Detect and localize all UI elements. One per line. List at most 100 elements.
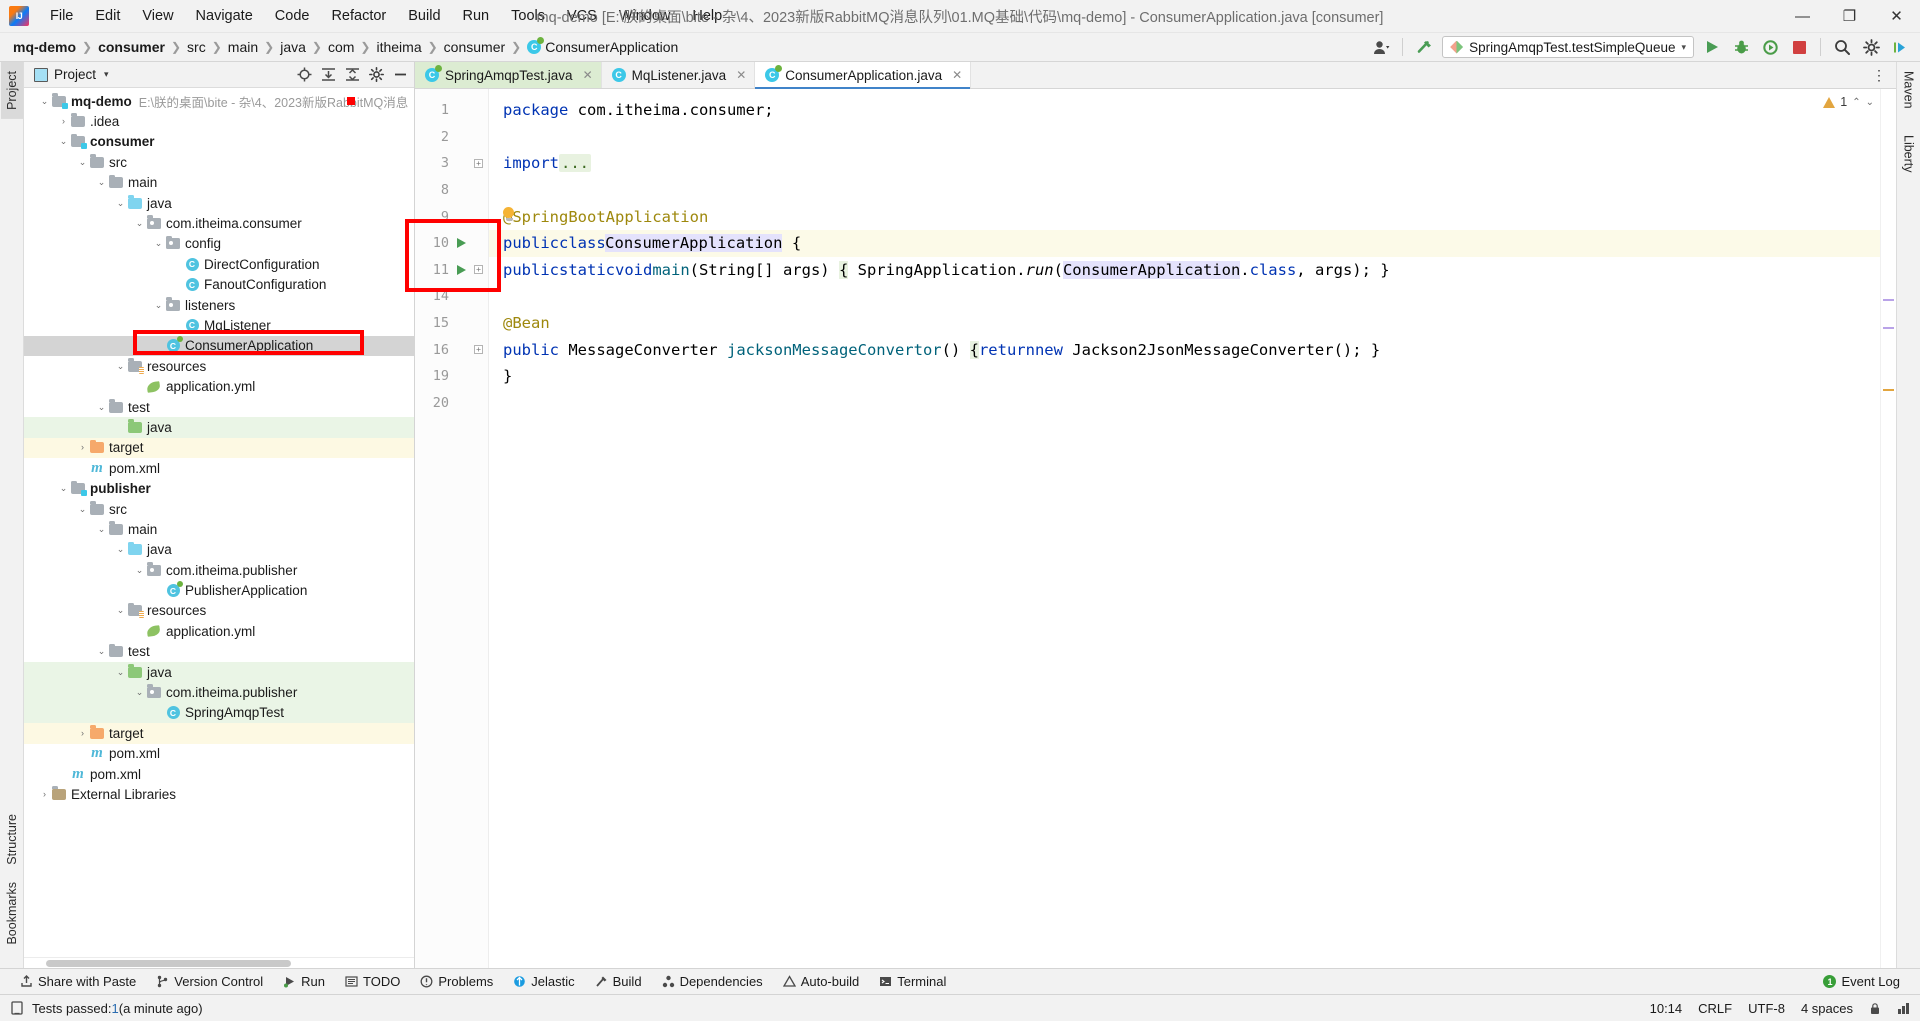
- breadcrumb-item-consumer[interactable]: consumer: [93, 38, 170, 56]
- tree-node-com-itheima-publisher[interactable]: ⌄ com.itheima.publisher: [24, 560, 414, 580]
- lock-icon[interactable]: [1869, 1002, 1881, 1015]
- project-horizontal-scrollbar[interactable]: [24, 957, 414, 968]
- code-line-10[interactable]: public class ConsumerApplication {: [489, 229, 1880, 257]
- gutter-line-16[interactable]: 16 +: [415, 336, 488, 363]
- tree-node-mq-demo[interactable]: ⌄ mq-demo E:\朕的桌面\bite - 杂\4、2023新版RabbitM…: [24, 91, 414, 111]
- chevron-down-icon[interactable]: ⌄: [95, 178, 108, 187]
- chevron-down-icon[interactable]: ⌄: [57, 484, 70, 493]
- code-editor[interactable]: package com.itheima.consumer; import ...…: [489, 89, 1880, 968]
- chevron-right-icon[interactable]: ›: [57, 117, 70, 126]
- fold-expand-icon[interactable]: +: [474, 158, 483, 168]
- code-line-8[interactable]: [489, 177, 1880, 204]
- breadcrumb-item-consumer-pkg[interactable]: consumer: [439, 38, 510, 56]
- tree-node-mqlistener[interactable]: C MqListener: [24, 315, 414, 335]
- chevron-down-icon[interactable]: ⌄: [133, 688, 146, 697]
- chevron-down-icon[interactable]: ⌄: [133, 219, 146, 228]
- file-encoding[interactable]: UTF-8: [1748, 1001, 1785, 1016]
- chevron-right-icon[interactable]: ›: [38, 789, 51, 799]
- toolwindow-build[interactable]: Build: [585, 972, 652, 991]
- tree-node-consumerapplication[interactable]: C ConsumerApplication: [24, 335, 414, 357]
- chevron-down-icon[interactable]: ⌄: [76, 504, 89, 514]
- chevron-down-icon[interactable]: ⌄: [152, 239, 165, 248]
- tree-node-application-yml[interactable]: application.yml: [24, 621, 414, 641]
- chevron-down-icon[interactable]: ⌄: [133, 565, 146, 575]
- close-icon[interactable]: ✕: [952, 68, 962, 82]
- chevron-down-icon[interactable]: ⌄: [38, 96, 51, 106]
- toolwindow-auto-build[interactable]: Auto-build: [773, 972, 870, 991]
- tree-node-src[interactable]: ⌄ src: [24, 499, 414, 519]
- tree-node-publisher[interactable]: ⌄ publisher: [24, 478, 414, 498]
- menu-code[interactable]: Code: [264, 5, 321, 27]
- sidebar-item-project[interactable]: Project: [0, 62, 23, 119]
- indent-setting[interactable]: 4 spaces: [1801, 1001, 1853, 1016]
- gutter-line-3[interactable]: 3 +: [415, 150, 488, 177]
- tree-node-resources[interactable]: ⌄ resources: [24, 601, 414, 621]
- tree-node-publisherapplication[interactable]: C PublisherApplication: [24, 580, 414, 600]
- tree-node-pom-xml[interactable]: m pom.xml: [24, 764, 414, 784]
- code-line-20[interactable]: [489, 390, 1880, 417]
- tree-node-external-libraries[interactable]: › External Libraries: [24, 784, 414, 804]
- toolwindow-run[interactable]: Run: [273, 972, 335, 991]
- code-line-3[interactable]: import ...: [489, 150, 1880, 177]
- collapse-all-icon[interactable]: [345, 67, 360, 82]
- menu-run[interactable]: Run: [452, 5, 501, 27]
- sidebar-item-maven[interactable]: Maven: [1898, 62, 1920, 118]
- menu-window[interactable]: Window: [608, 5, 682, 27]
- code-line-16[interactable]: public MessageConverter jacksonMessageCo…: [489, 336, 1880, 363]
- tree-node-target[interactable]: › target: [24, 723, 414, 744]
- tree-node-consumer[interactable]: ⌄ consumer: [24, 132, 414, 152]
- gutter-line-8[interactable]: 8: [415, 177, 488, 204]
- menu-build[interactable]: Build: [397, 5, 451, 27]
- intention-bulb-icon[interactable]: [503, 207, 516, 222]
- chevron-down-icon[interactable]: ⌄: [76, 157, 89, 167]
- tree-node-resources[interactable]: ⌄ resources: [24, 356, 414, 376]
- breadcrumb-item-itheima[interactable]: itheima: [371, 38, 426, 56]
- code-line-11[interactable]: public static void main (String[] args) {…: [489, 257, 1880, 284]
- menu-refactor[interactable]: Refactor: [320, 5, 397, 27]
- sidebar-item-structure[interactable]: Structure: [1, 805, 23, 874]
- gutter-line-9[interactable]: 9: [415, 203, 488, 230]
- gutter-line-2[interactable]: 2: [415, 124, 488, 151]
- gutter-line-1[interactable]: 1: [415, 97, 488, 124]
- build-hammer-icon[interactable]: [1413, 36, 1435, 58]
- settings-gear-icon[interactable]: [1860, 36, 1882, 58]
- run-gutter-icon[interactable]: [457, 264, 466, 275]
- menu-tools[interactable]: Tools: [500, 5, 556, 27]
- tree-node-target[interactable]: › target: [24, 437, 414, 459]
- menu-navigate[interactable]: Navigate: [185, 5, 264, 27]
- chevron-down-icon[interactable]: ⌄: [95, 647, 108, 656]
- gutter-line-15[interactable]: 15: [415, 310, 488, 337]
- code-line-14[interactable]: [489, 283, 1880, 310]
- tree-node-idea[interactable]: › .idea: [24, 111, 414, 131]
- user-icon[interactable]: [1370, 36, 1392, 58]
- gutter-line-14[interactable]: 14: [415, 283, 488, 310]
- tree-node-test[interactable]: ⌄ test: [24, 642, 414, 662]
- chevron-down-icon[interactable]: ⌄: [114, 361, 127, 371]
- line-separator[interactable]: CRLF: [1698, 1001, 1732, 1016]
- chevron-up-icon[interactable]: ⌃: [1852, 97, 1860, 108]
- chevron-down-icon[interactable]: ⌄: [114, 198, 127, 208]
- chevron-right-icon[interactable]: ›: [76, 443, 89, 452]
- expand-all-icon[interactable]: [321, 67, 336, 82]
- run-icon[interactable]: [1701, 36, 1723, 58]
- gutter-line-11[interactable]: 11 +: [415, 257, 488, 284]
- run-with-coverage-icon[interactable]: [1759, 36, 1781, 58]
- breadcrumb-item-main[interactable]: main: [223, 38, 263, 56]
- toolwindow-jelastic[interactable]: Jelastic: [503, 972, 584, 991]
- locate-target-icon[interactable]: [297, 67, 312, 82]
- breadcrumb-item-src[interactable]: src: [182, 38, 211, 56]
- tree-node-pom-xml[interactable]: m pom.xml: [24, 744, 414, 764]
- gutter-line-20[interactable]: 20: [415, 390, 488, 417]
- run-gutter-icon[interactable]: [457, 238, 466, 249]
- breadcrumb-item-consumer-application[interactable]: C ConsumerApplication: [522, 37, 683, 56]
- settings-gear-icon[interactable]: [369, 67, 384, 82]
- gutter-line-19[interactable]: 19: [415, 363, 488, 390]
- chevron-right-icon[interactable]: ›: [76, 728, 89, 738]
- chevron-down-icon[interactable]: ⌄: [57, 137, 70, 146]
- run-configuration-selector[interactable]: SpringAmqpTest.testSimpleQueue ▾: [1442, 36, 1694, 58]
- chevron-down-icon[interactable]: ⌄: [114, 606, 127, 615]
- chevron-down-icon[interactable]: ⌄: [1866, 97, 1874, 108]
- scrollbar-thumb[interactable]: [46, 960, 291, 967]
- minimize-button[interactable]: —: [1779, 0, 1826, 33]
- tree-node-test[interactable]: ⌄ test: [24, 397, 414, 417]
